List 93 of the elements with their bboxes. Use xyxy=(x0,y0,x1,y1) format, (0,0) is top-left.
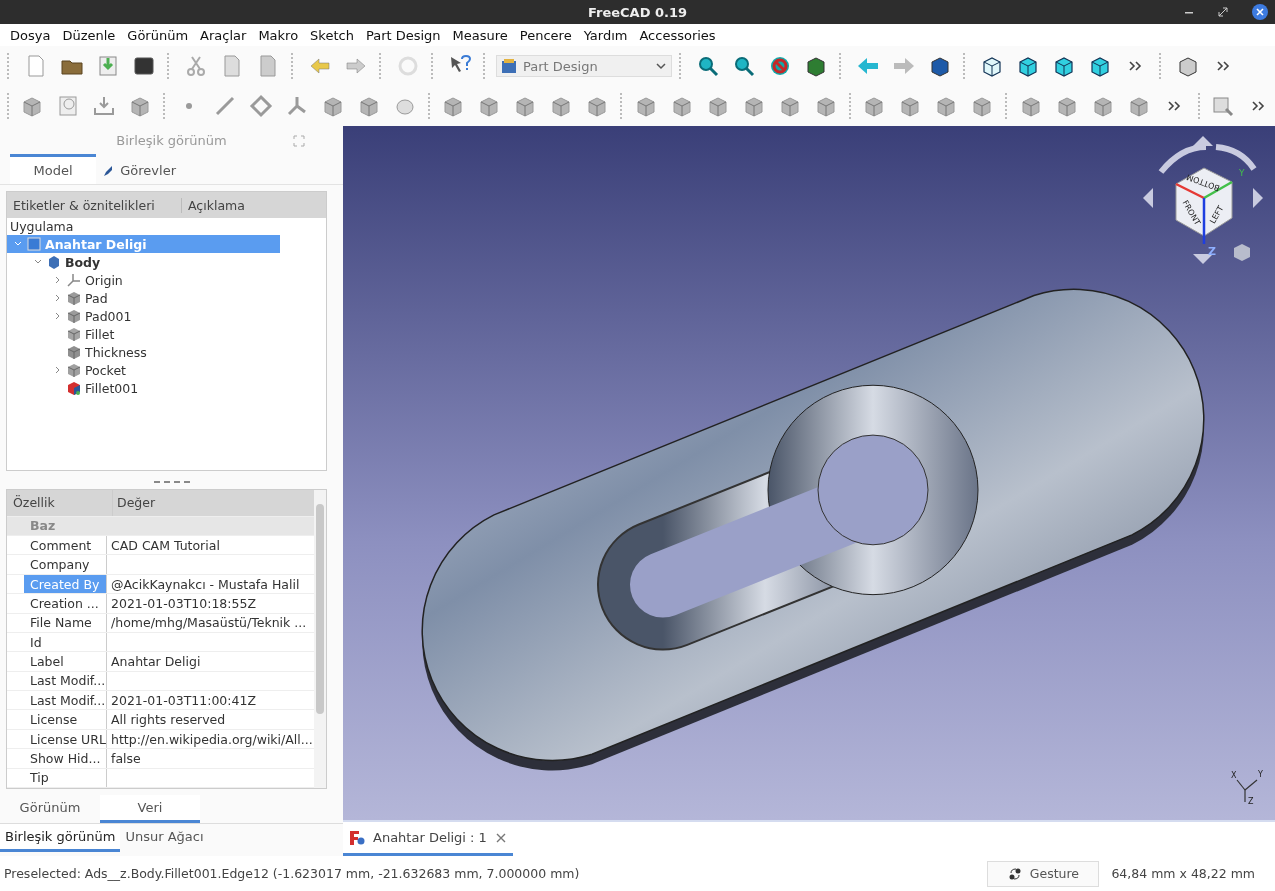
tree-item[interactable]: Fillet001 xyxy=(7,379,280,397)
solid-feature-icon xyxy=(67,363,81,377)
tab[interactable]: Görevler xyxy=(96,154,182,184)
tree-item[interactable]: Fillet xyxy=(7,325,280,343)
no-sign-icon[interactable] xyxy=(768,54,792,78)
property-name[interactable]: Id xyxy=(24,633,107,652)
close-icon[interactable] xyxy=(1251,3,1269,21)
tree-item[interactable]: Origin xyxy=(7,271,280,289)
tab[interactable]: Görünüm xyxy=(0,795,100,823)
workbench-icon xyxy=(501,58,517,74)
property-value[interactable]: 2021-01-03T10:18:55Z xyxy=(107,595,256,611)
menu-item[interactable]: Pencere xyxy=(513,27,578,43)
menu-item[interactable]: Makro xyxy=(252,27,305,43)
tree-item-label: Origin xyxy=(85,272,123,288)
property-name[interactable]: Creation ... xyxy=(24,594,107,613)
menu-item[interactable]: Düzenle xyxy=(56,27,122,43)
tree-item-label: Pocket xyxy=(85,362,126,378)
scissors-icon[interactable] xyxy=(184,54,208,78)
column-header[interactable]: Açıklama xyxy=(182,197,245,213)
plane-icon[interactable] xyxy=(248,94,273,118)
tree-item[interactable]: Thickness xyxy=(7,343,280,361)
property-value[interactable]: CAD CAM Tutorial xyxy=(107,537,220,553)
menu-item[interactable]: Görünüm xyxy=(121,27,195,43)
import-icon[interactable] xyxy=(92,94,117,118)
tree-item[interactable]: Pocket xyxy=(7,361,280,379)
menu-item[interactable]: Part Design xyxy=(359,27,447,43)
property-name[interactable]: Company xyxy=(24,555,107,574)
solid-feature-icon xyxy=(67,345,81,359)
property-name[interactable]: Last Modif... xyxy=(24,691,107,710)
menu-item[interactable]: Sketch xyxy=(304,27,360,43)
solid-feature-icon xyxy=(67,309,81,323)
property-name[interactable]: Show Hid... xyxy=(24,749,107,768)
tab[interactable]: Birleşik görünüm xyxy=(0,824,121,852)
tree-item-label: Thickness xyxy=(85,344,147,360)
menu-item[interactable]: Araçlar xyxy=(194,27,253,43)
zoom-fit-icon[interactable] xyxy=(696,54,720,78)
property-name[interactable]: Label xyxy=(24,652,107,671)
tree-item-label: Pad xyxy=(85,290,108,306)
property-group: Baz xyxy=(7,518,56,534)
tree-item[interactable]: Body xyxy=(7,253,280,271)
workbench-dropdown[interactable]: Part Design xyxy=(496,55,672,77)
measure-icon[interactable] xyxy=(1210,94,1235,118)
keyhole-plate-drawing[interactable] xyxy=(421,288,1205,771)
tree-item-label: Pad001 xyxy=(85,308,132,324)
property-name[interactable]: File Name xyxy=(24,613,107,632)
menu-item[interactable]: Yardım xyxy=(577,27,634,43)
property-name[interactable]: Tip xyxy=(24,768,107,787)
column-header[interactable]: Özellik xyxy=(7,490,113,516)
property-value[interactable]: All rights reserved xyxy=(107,712,226,728)
tree-item-label: Anahtar Deligi xyxy=(45,236,147,252)
tree-section-label: Uygulama xyxy=(9,218,75,235)
property-name[interactable]: License xyxy=(24,710,107,729)
solid-feature-icon xyxy=(67,291,81,305)
chevron-down-icon xyxy=(655,60,667,72)
panel-title: Birleşik görünüm xyxy=(116,132,227,148)
error-cube-icon xyxy=(67,381,81,395)
property-name[interactable]: License URL xyxy=(24,729,107,749)
property-value[interactable]: Anahtar Deligi xyxy=(107,654,201,670)
property-value[interactable]: /home/mhg/Masaüstü/Teknik ... xyxy=(107,615,307,631)
window-title: FreeCAD 0.19 xyxy=(587,4,688,20)
splitter-handle[interactable] xyxy=(153,481,190,483)
property-value[interactable]: false xyxy=(107,750,141,766)
property-value[interactable]: http://en.wikipedia.org/wiki/All... xyxy=(107,731,313,747)
column-header[interactable]: Değer xyxy=(113,495,156,511)
tree-item-label: Body xyxy=(65,254,101,270)
maximize-icon[interactable] xyxy=(1217,6,1229,18)
dimensions-label: 64,84 mm x 48,22 mm xyxy=(1110,866,1256,881)
tree-item-label: Fillet xyxy=(85,326,115,342)
tree-item[interactable]: Pad001 xyxy=(7,307,280,325)
menu-item[interactable]: Accessories xyxy=(633,27,722,43)
zoom-selection-icon[interactable] xyxy=(732,54,756,78)
tree-item[interactable]: Pad xyxy=(7,289,280,307)
property-value[interactable]: 2021-01-03T11:00:41Z xyxy=(107,692,256,708)
status-message: Preselected: Ads__z.Body.Fillet001.Edge12 (-1.623017 mm, -21.632683 mm, 7.000000 mm) xyxy=(4,866,581,881)
solid-feature-icon xyxy=(67,327,81,341)
menu-item[interactable]: Dosya xyxy=(4,27,57,43)
tree-item-label: Fillet001 xyxy=(85,380,139,396)
navigation-style-button[interactable]: Gesture xyxy=(987,860,1100,887)
float-icon[interactable] xyxy=(293,135,305,147)
tab[interactable]: Unsur Ağacı xyxy=(120,824,209,852)
tab[interactable]: Veri xyxy=(100,795,200,823)
save-icon[interactable] xyxy=(96,54,120,78)
axis-triad-drawing: X Y Z xyxy=(1227,766,1267,806)
menu-item[interactable]: Measure xyxy=(446,27,514,43)
axes-icon xyxy=(67,273,81,287)
property-value[interactable]: @AcikKaynakcı - Mustafa Halil xyxy=(107,576,300,592)
gesture-icon xyxy=(1007,866,1022,881)
scrollbar[interactable] xyxy=(314,490,326,788)
column-header[interactable]: Etiketler & öznitelikleri xyxy=(7,197,182,213)
tab[interactable]: Model xyxy=(10,154,96,184)
property-name[interactable]: Last Modif... xyxy=(24,671,107,691)
property-name[interactable]: Comment xyxy=(24,536,107,555)
app-logo-icon xyxy=(349,829,365,846)
